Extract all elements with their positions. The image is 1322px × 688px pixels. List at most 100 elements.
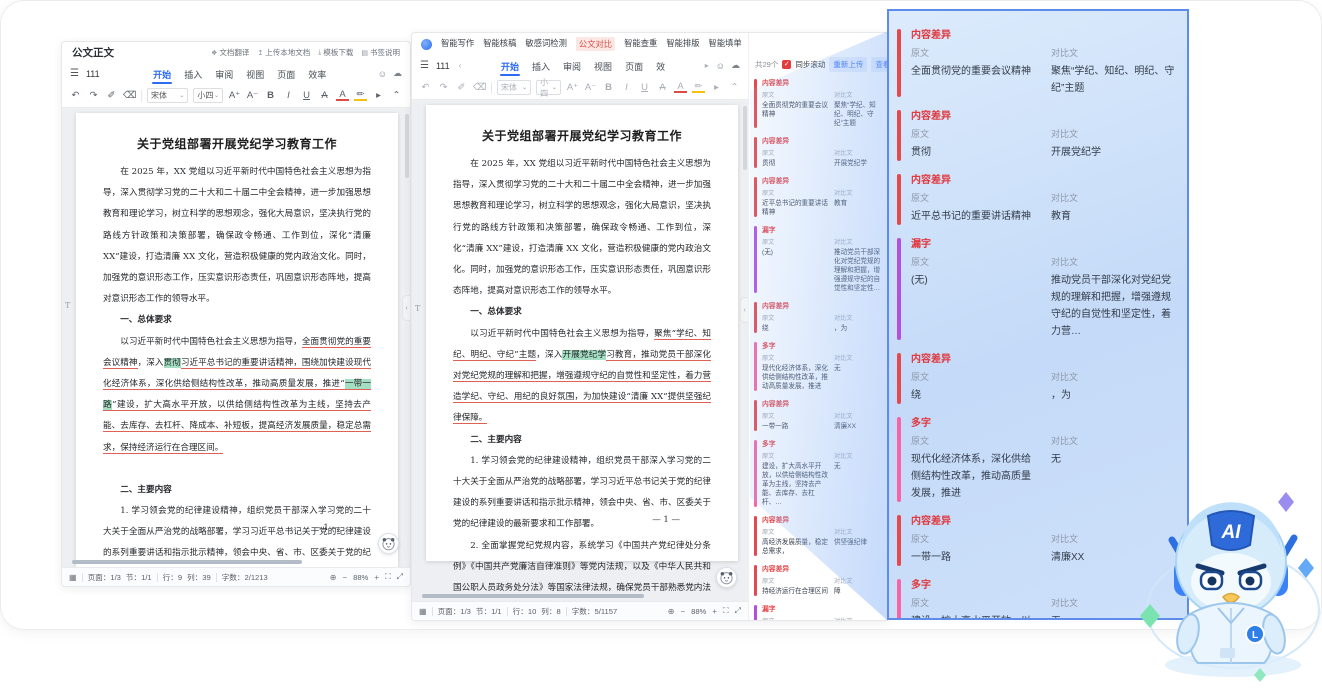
zoom-level[interactable]: 88% bbox=[691, 607, 706, 616]
tab-scroll-left-icon[interactable]: ‹ bbox=[459, 61, 462, 70]
hamburger-menu-icon[interactable]: ☰ bbox=[420, 60, 429, 71]
diff-card[interactable]: 内容差异 原文 近平总书记的重要讲话精神 对比文 教育 bbox=[897, 174, 1179, 225]
fit-page-icon[interactable]: ⛶ bbox=[723, 606, 729, 616]
ribbon-tab[interactable]: 开始 bbox=[152, 65, 173, 84]
ribbon-tab[interactable]: 开始 bbox=[500, 57, 521, 76]
zoom-level[interactable]: 88% bbox=[353, 573, 368, 582]
diff-card[interactable]: 内容差异 原文 绕 对比文 ，为 bbox=[897, 353, 1179, 404]
view-grid-icon[interactable]: ▦ bbox=[419, 607, 427, 616]
strikethrough-icon[interactable]: A bbox=[318, 90, 331, 101]
undo-icon[interactable]: ↶ bbox=[419, 82, 432, 93]
document-name[interactable]: 111 bbox=[86, 69, 100, 79]
sync-scroll-label[interactable]: 同步滚动 bbox=[795, 59, 825, 70]
assistant-fab[interactable] bbox=[378, 533, 399, 554]
language-icon[interactable]: ⊕ bbox=[330, 573, 337, 582]
diff-card[interactable]: 内容差异 原文 高经济发展质量，稳定总需求， 对比文 供坚强纪律 bbox=[754, 516, 886, 556]
tab-scroll-right-icon[interactable]: ▸ bbox=[705, 61, 709, 70]
view-grid-icon[interactable]: ▦ bbox=[69, 573, 77, 582]
ribbon-tab[interactable]: 审阅 bbox=[214, 65, 234, 83]
pane-collapse-handle[interactable]: ‹ bbox=[402, 295, 410, 321]
pane-collapse-handle[interactable]: ‹ bbox=[740, 297, 748, 323]
italic-icon[interactable]: I bbox=[620, 82, 633, 93]
diff-card[interactable]: 多字 原文 建设，扩大高水平开放，以供给侧结构性改革为主线，坚持去产能、去库存、… bbox=[754, 440, 886, 507]
diff-card[interactable]: 内容差异 原文 持经济运行在合理区间 对比文 障 bbox=[754, 565, 886, 596]
redo-icon[interactable]: ↷ bbox=[437, 82, 450, 93]
decrease-font-icon[interactable]: A⁻ bbox=[584, 82, 597, 93]
collapse-ribbon-icon[interactable]: ⌃ bbox=[728, 82, 741, 93]
header-link[interactable]: ❖ 文档翻译 bbox=[211, 47, 249, 58]
ribbon-tab[interactable]: 效率 bbox=[307, 65, 327, 83]
increase-font-icon[interactable]: A⁺ bbox=[566, 82, 579, 93]
underline-icon[interactable]: U bbox=[300, 90, 313, 101]
header-link[interactable]: ⤓ 模板下载 bbox=[318, 47, 353, 58]
font-color-icon[interactable]: A bbox=[674, 82, 687, 93]
diff-card[interactable]: 内容差异 原文 全面贯彻党的重要会议精神 对比文 聚焦“学纪、知纪、明纪、守纪”… bbox=[897, 29, 1179, 97]
undo-icon[interactable]: ↶ bbox=[69, 90, 82, 101]
fullscreen-icon[interactable]: ⤢ bbox=[397, 572, 403, 582]
font-size-select[interactable]: 小四 ⌄ bbox=[193, 88, 223, 103]
language-icon[interactable]: ⊕ bbox=[668, 607, 675, 616]
diff-card[interactable]: 漏字 原文 (无) 对比文 推动党员干部深化对党纪党规的理解和把握，增强遵规守纪… bbox=[754, 226, 886, 293]
smart-menu-item[interactable]: 敏感词检测 bbox=[525, 37, 567, 51]
italic-icon[interactable]: I bbox=[282, 90, 295, 101]
font-size-select[interactable]: 小四 ⌄ bbox=[536, 78, 561, 98]
redo-icon[interactable]: ↷ bbox=[87, 90, 100, 101]
left-document-page[interactable]: 关于党组部署开展党纪学习教育工作 在 2025 年，XX 党组以习近平新时代中国… bbox=[76, 113, 398, 567]
reupload-button[interactable]: 重新上传 bbox=[829, 57, 868, 72]
smart-menu-item[interactable]: 智能核稿 bbox=[483, 37, 516, 51]
zoom-out-icon[interactable]: − bbox=[680, 607, 685, 616]
zoom-out-icon[interactable]: − bbox=[342, 573, 347, 582]
font-name-select[interactable]: 宋体 ⌄ bbox=[497, 80, 532, 95]
format-painter-icon[interactable]: ✐ bbox=[105, 90, 118, 101]
diff-card[interactable]: 内容差异 原文 全面贯彻党的重要会议精神 对比文 聚焦“学纪、知纪、明纪、守纪”… bbox=[754, 79, 886, 128]
sync-scroll-checkbox[interactable]: ✓ bbox=[782, 60, 792, 69]
diff-card[interactable]: 漏字 原文 (无) 对比文 推动党员干部深化对党纪党规的理解和把握，增强遵规守纪… bbox=[897, 238, 1179, 340]
diff-card[interactable]: 内容差异 原文 贯彻 对比文 开展党纪学 bbox=[754, 137, 886, 168]
diff-card[interactable]: 多字 原文 现代化经济体系，深化供给侧结构性改革，推动高质量发展，推进 对比文 … bbox=[897, 417, 1179, 502]
ai-mascot[interactable]: AI L bbox=[1138, 462, 1322, 683]
strikethrough-icon[interactable]: A bbox=[656, 82, 669, 93]
clear-format-icon[interactable]: ⌫ bbox=[123, 90, 136, 101]
more-tools-icon[interactable]: ▸ bbox=[372, 90, 385, 101]
fullscreen-icon[interactable]: ⤢ bbox=[735, 606, 741, 616]
format-painter-icon[interactable]: ✐ bbox=[455, 82, 468, 93]
diff-card[interactable]: 多字 原文 现代化经济体系，深化供给侧结构性改革，推动高质量发展，推进 对比文 … bbox=[754, 342, 886, 391]
smart-menu-item[interactable]: 智能填单 bbox=[709, 37, 742, 51]
right-document-page[interactable]: 关于党组部署开展党纪学习教育工作 在 2025 年，XX 党组以习近平新时代中国… bbox=[426, 105, 738, 593]
fit-page-icon[interactable]: ⛶ bbox=[385, 572, 391, 582]
smart-menu-item[interactable]: 智能写作 bbox=[441, 37, 474, 51]
highlight-icon[interactable]: ✏ bbox=[692, 82, 705, 93]
diff-card[interactable]: 多字 原文 建设，扩大高水平开放，以供给侧结构性改革为主线，坚持去产能、去库存、… bbox=[897, 579, 1179, 618]
font-color-icon[interactable]: A bbox=[336, 90, 349, 101]
diff-card[interactable]: 内容差异 原文 一带一路 对比文 清廉XX bbox=[897, 515, 1179, 566]
ribbon-tab[interactable]: 视图 bbox=[593, 57, 613, 75]
font-name-select[interactable]: 宋体 ⌄ bbox=[147, 88, 189, 103]
cloud-sync-icon[interactable]: ☁ bbox=[393, 68, 402, 79]
horizontal-scrollbar[interactable] bbox=[422, 594, 644, 598]
assistant-icon[interactable]: ☺ bbox=[716, 61, 725, 71]
vertical-scrollbar[interactable] bbox=[743, 106, 747, 170]
assistant-fab[interactable] bbox=[716, 567, 737, 588]
ribbon-tab[interactable]: 审阅 bbox=[562, 57, 582, 75]
header-link[interactable]: ▤ 书签说明 bbox=[361, 47, 400, 58]
diff-card[interactable]: 内容差异 原文 贯彻 对比文 开展党纪学 bbox=[897, 110, 1179, 161]
diff-card[interactable]: 内容差异 原文 近平总书记的重要讲话精神 对比文 教育 bbox=[754, 177, 886, 217]
more-tools-icon[interactable]: ▸ bbox=[710, 82, 723, 93]
diff-card[interactable]: 内容差异 原文 绕 对比文 ，为 bbox=[754, 302, 886, 333]
document-name[interactable]: 111 bbox=[436, 61, 450, 71]
smart-menu-item[interactable]: 智能排版 bbox=[666, 37, 699, 51]
hamburger-menu-icon[interactable]: ☰ bbox=[70, 68, 79, 79]
horizontal-scrollbar[interactable] bbox=[72, 560, 302, 564]
ribbon-tab[interactable]: 视图 bbox=[245, 65, 265, 83]
ribbon-tab[interactable]: 页面 bbox=[624, 57, 644, 75]
collapse-ribbon-icon[interactable]: ⌃ bbox=[390, 90, 403, 101]
bold-icon[interactable]: B bbox=[602, 82, 615, 93]
highlight-icon[interactable]: ✏ bbox=[354, 90, 367, 101]
zoom-in-icon[interactable]: + bbox=[712, 607, 717, 616]
ribbon-tab[interactable]: 效 bbox=[655, 57, 666, 75]
smart-menu-item[interactable]: 智能查重 bbox=[624, 37, 657, 51]
header-link[interactable]: ↥ 上传本地文档 bbox=[257, 47, 310, 58]
ribbon-tab[interactable]: 页面 bbox=[276, 65, 296, 83]
smart-menu-item[interactable]: 公文对比 bbox=[575, 37, 616, 51]
underline-icon[interactable]: U bbox=[638, 82, 651, 93]
